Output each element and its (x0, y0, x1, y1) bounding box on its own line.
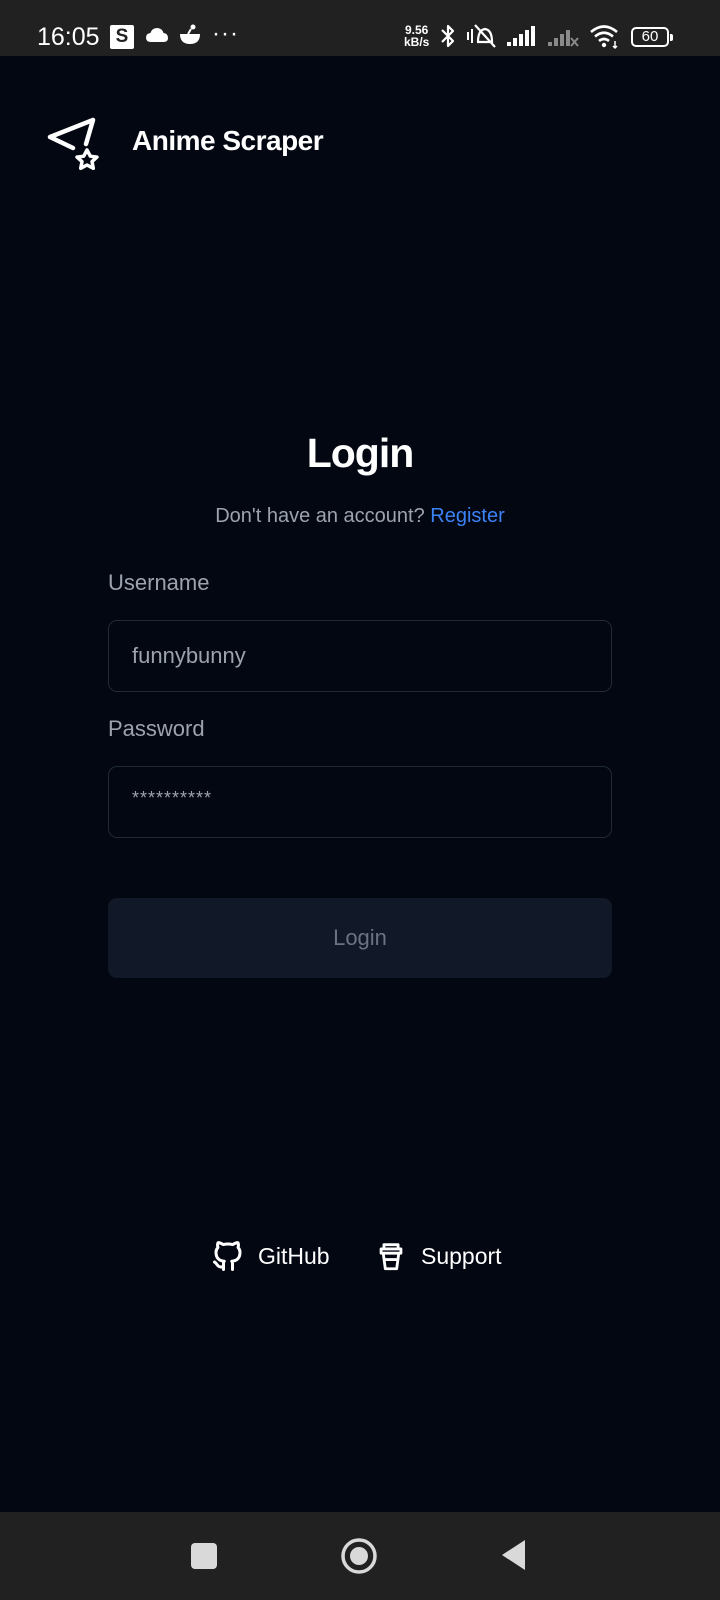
cloud-icon (146, 28, 168, 42)
speed-unit: kB/s (404, 35, 430, 49)
password-label: Password (108, 716, 205, 741)
signal-weak-icon (548, 30, 579, 47)
recent-apps-button[interactable] (190, 1542, 218, 1570)
back-button[interactable] (500, 1538, 528, 1572)
navigation-bar (0, 1512, 720, 1600)
home-button[interactable] (340, 1537, 378, 1575)
network-speed: 9.56 kB/s (404, 24, 429, 48)
register-prompt: Don't have an account? Register (0, 504, 720, 528)
login-heading: Login (306, 430, 415, 476)
more-dots-icon: ··· (212, 20, 239, 47)
battery-icon: 60 (631, 27, 673, 47)
username-label: Username (108, 570, 210, 595)
status-bar: 16:05 S ··· 9.56 kB/s 60 (0, 0, 720, 56)
github-label: GitHub (258, 1243, 330, 1269)
vibrate-off-icon (467, 24, 496, 48)
paper-plane-star-icon (47, 117, 99, 171)
register-link[interactable]: Register (430, 505, 504, 527)
login-button[interactable]: Login (108, 898, 612, 978)
no-account-text: Don't have an account? (215, 505, 425, 527)
status-time: 16:05 (37, 23, 100, 51)
bowl-icon (180, 24, 200, 44)
support-label: Support (421, 1243, 502, 1269)
battery-level: 60 (641, 28, 659, 45)
support-link[interactable]: Support (374, 1236, 524, 1276)
username-input[interactable] (108, 620, 612, 692)
coffee-cup-icon (379, 1243, 403, 1271)
github-link[interactable]: GitHub (210, 1236, 342, 1276)
github-icon (213, 1241, 242, 1271)
app-title: Anime Scraper (132, 125, 324, 156)
password-input[interactable] (108, 766, 612, 838)
app-screen: 16:05 S ··· 9.56 kB/s 60 Anime Scraper L… (0, 0, 720, 1600)
wifi-icon (590, 25, 618, 50)
bluetooth-icon (441, 24, 455, 48)
notification-badge: S (110, 25, 134, 49)
signal-icon (507, 26, 535, 46)
